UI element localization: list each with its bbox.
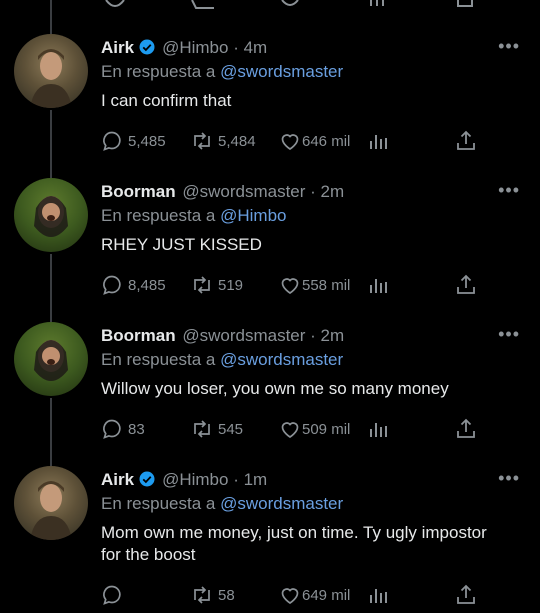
reply-count: 83 — [128, 420, 145, 438]
reply-prefix: En respuesta a — [101, 494, 216, 513]
more-icon[interactable]: ••• — [498, 180, 520, 201]
reply-icon — [103, 419, 121, 439]
share-button[interactable] — [454, 415, 478, 443]
timestamp[interactable]: · 4m — [233, 38, 267, 57]
retweet-icon — [194, 586, 210, 604]
author-handle[interactable]: @swordsmaster — [182, 182, 305, 201]
reply-button[interactable]: 83 — [100, 415, 145, 443]
reply-mention[interactable]: @swordsmaster — [220, 350, 343, 369]
reply-icon — [103, 585, 121, 605]
share-button[interactable] — [454, 127, 478, 155]
timestamp[interactable]: · 2m — [310, 326, 344, 345]
tweet-text: Willow you loser, you own me so many mon… — [101, 379, 449, 398]
author-handle[interactable]: @Himbo — [162, 38, 228, 57]
analytics-button[interactable] — [366, 127, 390, 155]
reply-prefix: En respuesta a — [101, 350, 216, 369]
tweet[interactable]: Airk @Himbo · 4m ••• En respuesta a @swor… — [0, 34, 540, 170]
analytics-button[interactable] — [366, 581, 390, 609]
previous-tweet-actions-partial — [0, 0, 540, 14]
retweet-button[interactable]: 519 — [190, 271, 243, 299]
timestamp[interactable]: · 2m — [310, 182, 344, 201]
action-bar: 5,485 5,484 646 mil — [100, 127, 480, 155]
like-count: 509 mil — [302, 420, 351, 438]
like-icon — [281, 278, 299, 294]
share-button[interactable] — [454, 271, 478, 299]
analytics-button[interactable] — [366, 271, 390, 299]
analytics-icon — [370, 423, 387, 437]
retweet-count: 58 — [218, 586, 235, 604]
retweet-button[interactable]: 545 — [190, 415, 243, 443]
avatar[interactable] — [14, 34, 88, 108]
like-count: 649 mil — [302, 586, 351, 604]
share-button[interactable] — [454, 581, 478, 609]
author-name[interactable]: Boorman — [101, 326, 176, 345]
share-icon — [457, 274, 475, 294]
retweet-button[interactable]: 5,484 — [190, 127, 256, 155]
author-handle[interactable]: @Himbo — [162, 470, 228, 489]
reply-mention[interactable]: @swordsmaster — [220, 494, 343, 513]
action-bar: 83 545 509 mil — [100, 415, 480, 443]
retweet-count: 545 — [218, 420, 244, 438]
reply-icon — [103, 131, 121, 151]
tweet-text: I can confirm that — [101, 91, 232, 110]
tweet-text: RHEY JUST KISSED — [101, 235, 262, 254]
retweet-icon — [194, 132, 210, 150]
more-icon[interactable]: ••• — [498, 468, 520, 489]
tweet[interactable]: Airk @Himbo · 1m ••• En respuesta a @swor… — [0, 466, 540, 613]
reply-mention[interactable]: @Himbo — [220, 206, 286, 225]
verified-icon — [139, 471, 155, 487]
verified-icon — [139, 39, 155, 55]
reply-icon — [103, 275, 121, 295]
more-icon[interactable]: ••• — [498, 324, 520, 345]
author-name[interactable]: Airk — [101, 38, 134, 57]
tweet[interactable]: Boorman @swordsmaster · 2m ••• En respue… — [0, 322, 540, 458]
like-count: 646 mil — [302, 132, 351, 150]
avatar[interactable] — [14, 178, 88, 252]
like-button[interactable]: 558 mil — [278, 271, 350, 299]
like-button[interactable]: 649 mil — [278, 581, 350, 609]
action-bar: 8,485 519 558 mil — [100, 271, 480, 299]
like-count: 558 mil — [302, 276, 351, 294]
retweet-count: 519 — [218, 276, 244, 294]
analytics-icon — [370, 279, 387, 293]
timestamp[interactable]: · 1m — [233, 470, 267, 489]
share-icon — [457, 418, 475, 438]
share-icon — [457, 130, 475, 150]
tweet-text: Mom own me money, just on time. Ty ugly … — [101, 523, 487, 564]
reply-prefix: En respuesta a — [101, 62, 216, 81]
retweet-button[interactable]: 58 — [190, 581, 235, 609]
avatar[interactable] — [14, 466, 88, 540]
reply-count: 5,485 — [128, 132, 166, 150]
avatar[interactable] — [14, 322, 88, 396]
tweet[interactable]: Boorman @swordsmaster · 2m ••• En respue… — [0, 178, 540, 314]
like-icon — [281, 588, 299, 604]
thread-line — [50, 0, 52, 34]
like-button[interactable]: 646 mil — [278, 127, 350, 155]
reply-count: 8,485 — [128, 276, 166, 294]
more-icon[interactable]: ••• — [498, 36, 520, 57]
author-name[interactable]: Airk — [101, 470, 134, 489]
reply-button[interactable] — [100, 581, 128, 609]
like-icon — [281, 422, 299, 438]
action-bar: 58 649 mil — [100, 581, 480, 609]
like-icon — [281, 134, 299, 150]
analytics-button[interactable] — [366, 415, 390, 443]
analytics-icon — [370, 135, 387, 149]
reply-mention[interactable]: @swordsmaster — [220, 62, 343, 81]
reply-prefix: En respuesta a — [101, 206, 216, 225]
reply-button[interactable]: 5,485 — [100, 127, 166, 155]
author-name[interactable]: Boorman — [101, 182, 176, 201]
analytics-icon — [370, 589, 387, 603]
retweet-icon — [194, 276, 210, 294]
like-button[interactable]: 509 mil — [278, 415, 350, 443]
retweet-icon — [194, 420, 210, 438]
author-handle[interactable]: @swordsmaster — [182, 326, 305, 345]
reply-button[interactable]: 8,485 — [100, 271, 166, 299]
retweet-count: 5,484 — [218, 132, 256, 150]
share-icon — [457, 584, 475, 604]
